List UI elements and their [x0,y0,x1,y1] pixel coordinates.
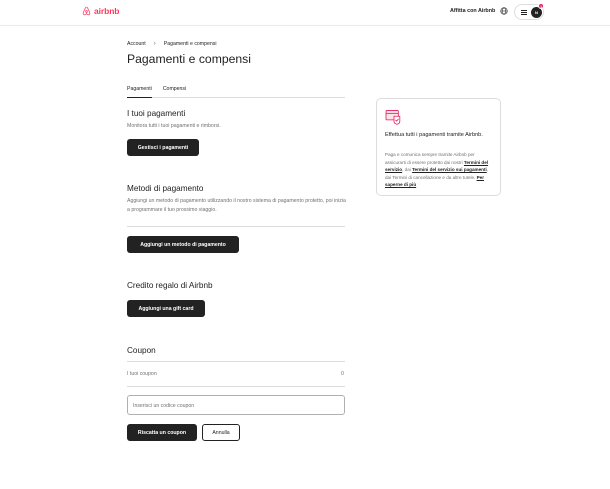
coupon-count-value: 0 [341,371,344,377]
add-gift-card-button[interactable]: Aggiungi una gift card [127,300,205,317]
cancel-button[interactable]: Annulla [202,424,240,441]
add-payment-method-button[interactable]: Aggiungi un metodo di pagamento [127,236,239,253]
globe-icon[interactable] [500,7,508,15]
breadcrumb: Account › Pagamenti e compensi [127,41,217,47]
card-body: Paga e comunica sempre tramite Airbnb pe… [385,151,495,189]
methods-title: Metodi di pagamento [127,184,204,193]
tab-pagamenti[interactable]: Pagamenti [127,85,152,98]
card-title: Effettua tutti i pagamenti tramite Airbn… [385,132,483,138]
info-card: Effettua tutti i pagamenti tramite Airbn… [376,98,501,196]
top-header: airbnb Affitta con Airbnb N 1 [0,0,610,26]
page-title: Pagamenti e compensi [127,52,251,66]
redeem-coupon-button[interactable]: Riscatta un coupon [127,424,197,441]
host-link[interactable]: Affitta con Airbnb [450,8,495,14]
airbnb-logo-icon [82,6,91,16]
breadcrumb-account[interactable]: Account [127,41,146,47]
coupon-title: Coupon [127,346,156,355]
card-body-text: , dai [402,167,413,173]
chevron-right-icon: › [153,41,156,47]
divider [127,361,345,362]
payments-title: I tuoi pagamenti [127,109,186,118]
card-body-text: Paga e comunica sempre tramite Airbnb pe… [385,152,475,165]
user-menu-button[interactable]: N 1 [514,3,544,20]
divider [127,386,345,387]
hamburger-icon [521,10,527,17]
payments-description: Monitora tutti i tuoi pagamenti e rimbor… [127,123,221,129]
breadcrumb-current: Pagamenti e compensi [163,41,217,47]
gift-credit-title: Credito regalo di Airbnb [127,281,213,290]
coupon-code-input[interactable]: Inserisci un codice coupon [127,395,345,415]
manage-payments-button[interactable]: Gestisci i pagamenti [127,139,199,156]
methods-description: Aggiungi un metodo di pagamento utilizza… [127,198,346,213]
tab-bar: Pagamenti Compensi [127,85,345,98]
coupon-count-label: I tuoi coupon [127,371,157,377]
divider [127,226,345,227]
tab-compensi[interactable]: Compensi [163,85,186,98]
payment-terms-link[interactable]: Termini del servizio sui pagamenti [412,167,487,172]
secure-payment-icon [385,110,401,125]
airbnb-logo[interactable]: airbnb [82,6,119,16]
notification-badge: 1 [538,3,544,9]
logo-wordmark: airbnb [94,6,120,16]
